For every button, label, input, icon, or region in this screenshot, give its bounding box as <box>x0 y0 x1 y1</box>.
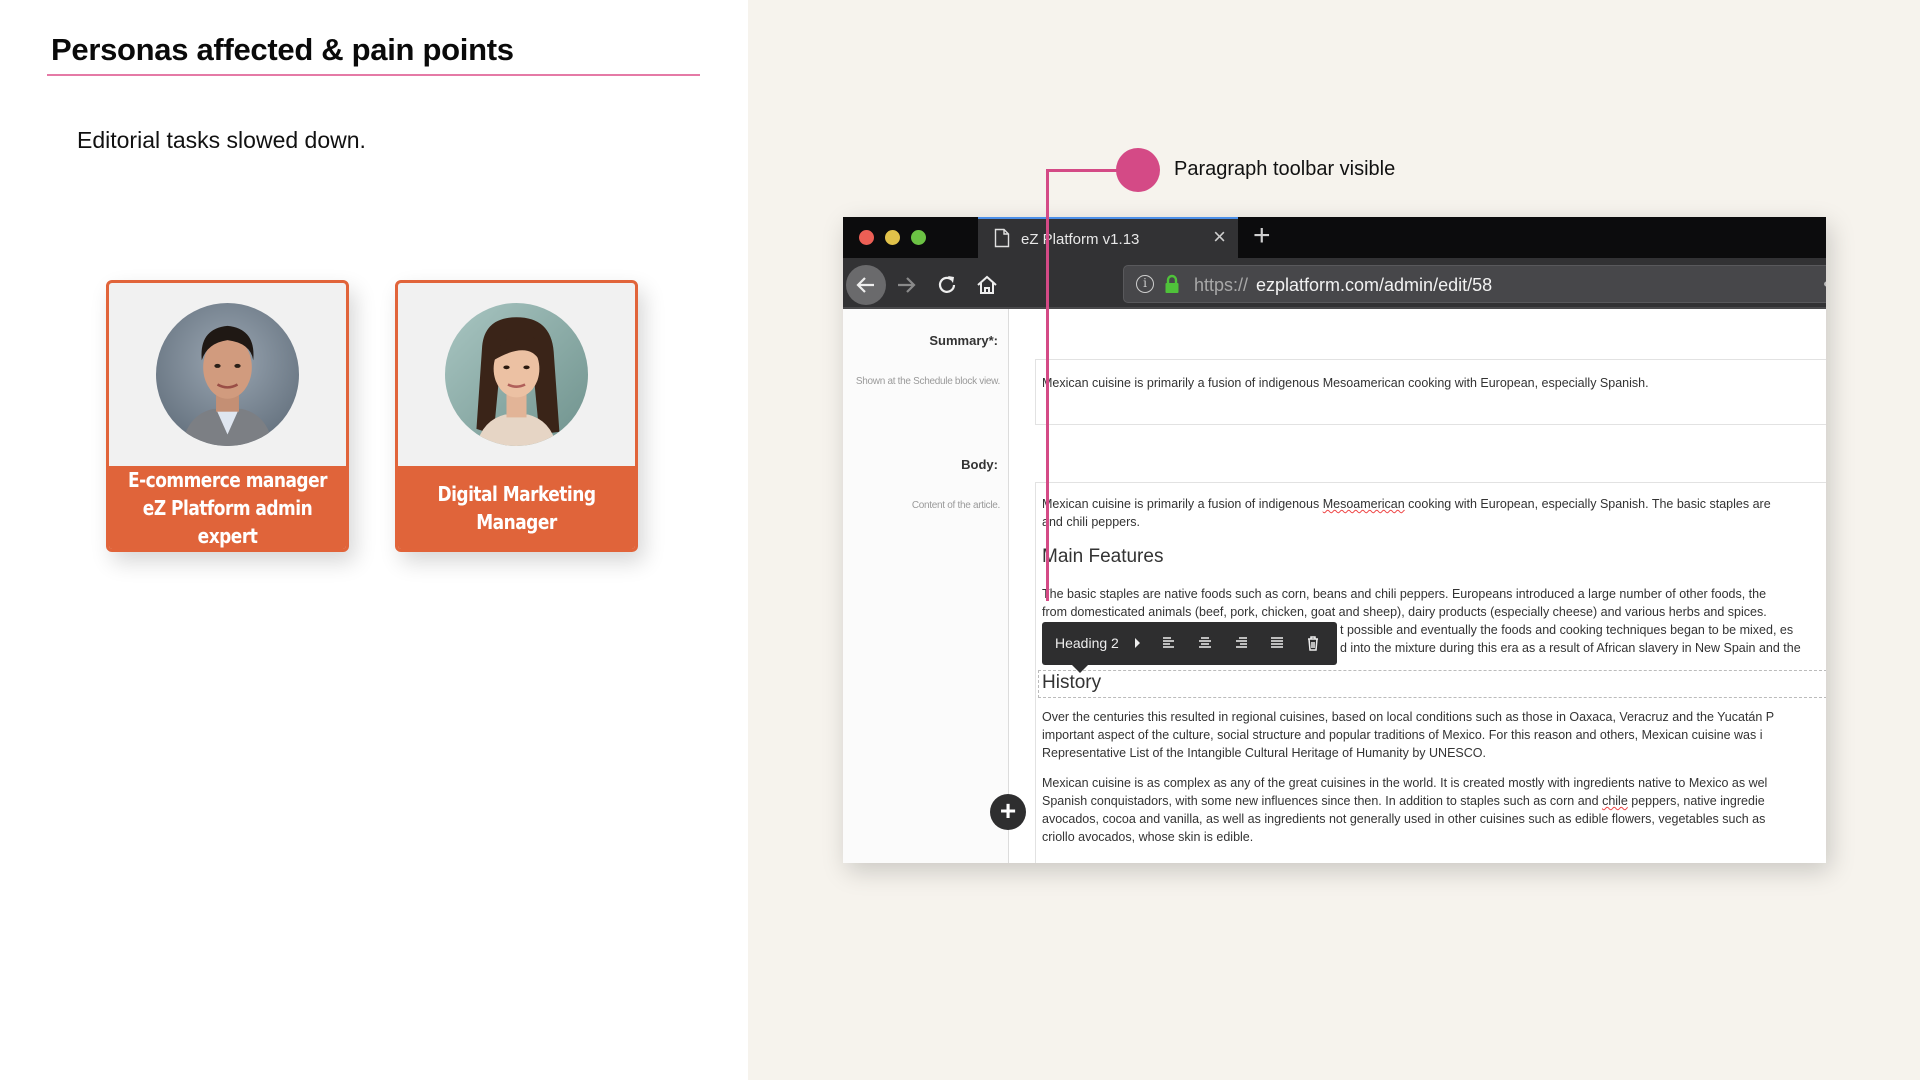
align-right-icon <box>1236 637 1247 648</box>
body-paragraph: Spanish conquistadors, with some new inf… <box>1042 794 1765 808</box>
home-icon <box>977 275 997 294</box>
persona-title-line: E-commerce manager <box>128 467 327 492</box>
callout-label: Paragraph toolbar visible <box>1174 158 1396 180</box>
document-icon <box>994 228 1010 248</box>
body-paragraph-line: criollo avocados, whose skin is edible. <box>1042 830 1254 844</box>
field-label-column: Summary*: Shown at the Schedule block vi… <box>843 309 1009 863</box>
body-paragraph-line: Representative List of the Intangible Cu… <box>1042 746 1486 760</box>
tab-title: eZ Platform v1.13 <box>1021 231 1140 248</box>
body-paragraph-line: and chili peppers. <box>1042 515 1140 529</box>
avatar-man-icon <box>156 303 299 446</box>
navigation-bar: i https:// ezplatform.com/admin/edit/58 … <box>843 258 1826 309</box>
align-left-button[interactable] <box>1160 634 1178 652</box>
window-zoom-button[interactable] <box>911 230 926 245</box>
align-left-icon <box>1163 637 1174 648</box>
caret-right-icon[interactable] <box>1135 638 1140 648</box>
arrow-left-icon <box>856 277 874 293</box>
reload-button[interactable] <box>927 265 967 305</box>
add-block-button[interactable]: + <box>990 794 1026 830</box>
delete-block-button[interactable] <box>1304 634 1322 652</box>
info-icon[interactable]: i <box>1136 275 1154 293</box>
paragraph-toolbar: Heading 2 <box>1042 622 1337 673</box>
new-tab-button[interactable]: + <box>1253 219 1271 253</box>
slide-left-panel: Personas affected & pain points Editoria… <box>0 0 748 1080</box>
title-divider <box>47 74 700 76</box>
body-label: Body: <box>961 457 998 472</box>
summary-hint: Shown at the Schedule block view. <box>855 376 1000 387</box>
body-rich-text-editor[interactable]: Mexican cuisine is primarily a fusion of… <box>1035 482 1826 863</box>
forward-button[interactable] <box>886 265 926 305</box>
summary-field[interactable]: Mexican cuisine is primarily a fusion of… <box>1035 359 1826 425</box>
window-close-button[interactable] <box>859 230 874 245</box>
spellcheck-word: chile <box>1602 794 1628 808</box>
body-paragraph-line: important aspect of the culture, social … <box>1042 728 1763 742</box>
lock-icon <box>1165 274 1179 293</box>
page-title: Personas affected & pain points <box>51 32 514 67</box>
body-paragraph-line: Over the centuries this resulted in regi… <box>1042 710 1775 724</box>
persona-title: E-commerce manager eZ Platform admin exp… <box>109 466 346 549</box>
body-paragraph-line: avocados, cocoa and vanilla, as well as … <box>1042 812 1766 826</box>
body-hint: Content of the article. <box>911 500 1000 511</box>
avatar-woman-icon <box>445 303 588 446</box>
reload-icon <box>938 276 956 293</box>
persona-title-line: Manager <box>476 509 557 534</box>
spellcheck-word: Mesoamerican <box>1322 497 1405 511</box>
persona-card-ecommerce-manager: E-commerce manager eZ Platform admin exp… <box>106 280 349 552</box>
body-paragraph-line: d into the mixture during this era as a … <box>1340 641 1801 655</box>
align-center-icon <box>1199 637 1211 648</box>
body-paragraph-line: The basic staples are native foods such … <box>1042 587 1767 601</box>
persona-card-digital-marketing-manager: Digital Marketing Manager <box>395 280 638 552</box>
back-button[interactable] <box>846 265 886 305</box>
body-paragraph-line: Mexican cuisine is as complex as any of … <box>1042 776 1768 790</box>
align-center-button[interactable] <box>1196 634 1214 652</box>
callout-connector <box>1046 169 1119 172</box>
body-paragraph: Mexican cuisine is primarily a fusion of… <box>1042 497 1771 511</box>
persona-title: Digital Marketing Manager <box>398 466 635 549</box>
body-paragraph-line: from domesticated animals (beef, pork, c… <box>1042 605 1767 619</box>
slide-subtitle: Editorial tasks slowed down. <box>77 127 366 153</box>
tab-bar: eZ Platform v1.13 × + <box>843 217 1826 258</box>
justify-icon <box>1271 637 1283 648</box>
window-minimize-button[interactable] <box>885 230 900 245</box>
selected-heading-block[interactable]: History <box>1038 670 1826 698</box>
heading-history: History <box>1042 672 1102 693</box>
persona-title-line: eZ Platform admin expert <box>142 495 313 548</box>
justify-button[interactable] <box>1268 634 1286 652</box>
more-icon[interactable]: •• <box>1823 274 1826 295</box>
url-text[interactable]: ezplatform.com/admin/edit/58 <box>1256 275 1492 296</box>
block-style-dropdown[interactable]: Heading 2 <box>1055 635 1119 651</box>
url-scheme: https:// <box>1194 275 1249 295</box>
tab-close-icon[interactable]: × <box>1213 226 1226 248</box>
summary-text: Mexican cuisine is primarily a fusion of… <box>1042 376 1649 390</box>
heading-main-features: Main Features <box>1042 546 1164 567</box>
callout-marker <box>1116 148 1160 192</box>
trash-icon <box>1308 636 1318 651</box>
arrow-right-icon <box>898 277 916 293</box>
editor-content: Summary*: Shown at the Schedule block vi… <box>843 309 1826 863</box>
address-bar[interactable]: i https:// ezplatform.com/admin/edit/58 … <box>1123 265 1826 303</box>
align-right-button[interactable] <box>1232 634 1250 652</box>
body-paragraph-line: t possible and eventually the foods and … <box>1340 623 1794 637</box>
callout-connector <box>1046 169 1049 601</box>
home-button[interactable] <box>967 265 1007 305</box>
persona-title-line: Digital Marketing <box>437 481 597 506</box>
browser-tab[interactable]: eZ Platform v1.13 × <box>978 217 1238 258</box>
browser-window: eZ Platform v1.13 × + i https:// ezplatf… <box>843 217 1826 863</box>
summary-label: Summary*: <box>929 333 998 348</box>
